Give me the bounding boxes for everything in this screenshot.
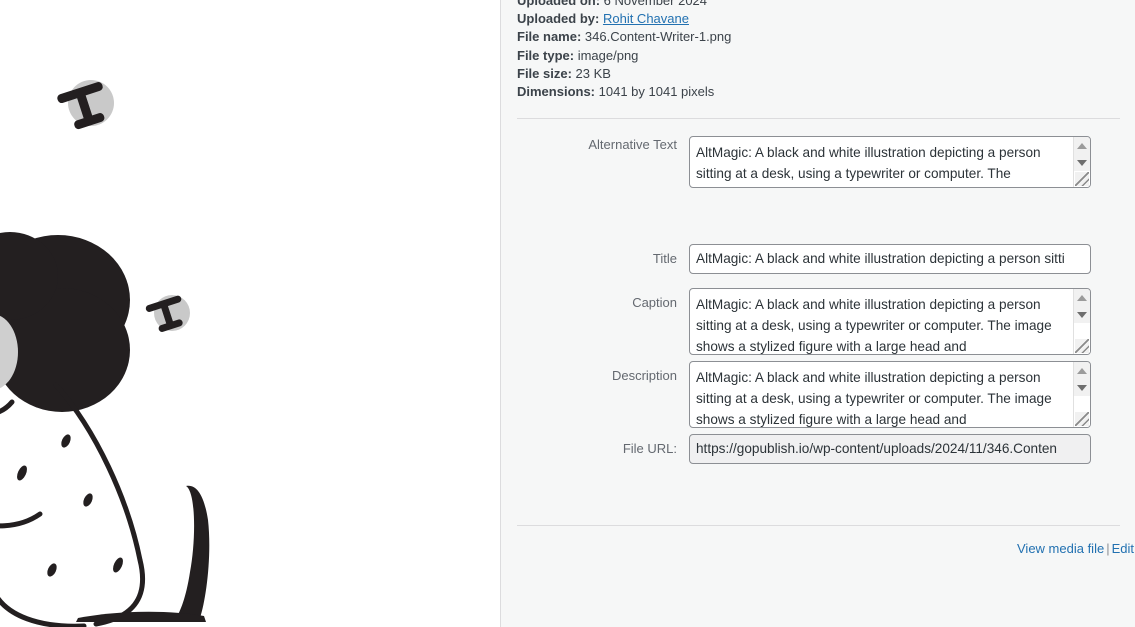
floating-key-glyph-1: [57, 80, 114, 130]
meta-key: File size:: [517, 65, 572, 81]
scroll-up-icon[interactable]: [1074, 289, 1090, 306]
media-preview-illustration: [0, 80, 210, 627]
caption-input[interactable]: AltMagic: A black and white illustration…: [689, 288, 1091, 355]
divider-bottom: [517, 525, 1120, 526]
uploader-link[interactable]: Rohit Chavane: [603, 11, 689, 26]
caption-label: Caption: [632, 295, 677, 310]
scroll-down-icon[interactable]: [1074, 154, 1090, 171]
meta-value: 23 KB: [575, 65, 611, 81]
meta-row-uploaded-by: Uploaded by: Rohit Chavane: [517, 10, 731, 28]
shirt-dots: [17, 434, 123, 577]
meta-key: Uploaded by:: [517, 11, 600, 27]
title-input[interactable]: AltMagic: A black and white illustration…: [689, 244, 1091, 274]
divider-top: [517, 118, 1120, 119]
meta-row-file-name: File name: 346.Content-Writer-1.png: [517, 28, 731, 46]
resize-grip-icon[interactable]: [1075, 339, 1089, 353]
field-row-description: Description AltMagic: A black and white …: [517, 361, 1091, 428]
title-label: Title: [652, 251, 677, 266]
figure-body: [0, 382, 146, 627]
meta-value: image/png: [577, 47, 639, 63]
attachment-details-pane: Uploaded on: 6 November 2024 Uploaded by…: [500, 0, 1135, 627]
scroll-down-icon[interactable]: [1074, 306, 1090, 323]
file-url-label: File URL:: [622, 441, 677, 456]
meta-value: 346.Content-Writer-1.png: [584, 29, 732, 45]
field-row-file-url: File URL: https://gopublish.io/wp-conten…: [517, 434, 1091, 464]
meta-key: File name:: [517, 29, 582, 45]
scroll-down-icon[interactable]: [1074, 379, 1090, 396]
description-value: AltMagic: A black and white illustration…: [696, 370, 1052, 427]
scroll-up-icon[interactable]: [1074, 362, 1090, 379]
media-attachment-details-screen: Uploaded on: 6 November 2024 Uploaded by…: [0, 0, 1135, 627]
field-row-alt-text: Alternative Text AltMagic: A black and w…: [517, 136, 1091, 188]
meta-key: Dimensions:: [517, 84, 596, 100]
alt-text-input[interactable]: AltMagic: A black and white illustration…: [689, 136, 1091, 188]
figure-head: [0, 232, 130, 412]
alt-text-label: Alternative Text: [588, 137, 677, 152]
description-input[interactable]: AltMagic: A black and white illustration…: [689, 361, 1091, 428]
action-separator-1: |: [1106, 541, 1110, 556]
meta-key: File type:: [517, 47, 575, 63]
meta-row-file-type: File type: image/png: [517, 47, 731, 65]
alt-text-value: AltMagic: A black and white illustration…: [696, 145, 1041, 181]
caption-value: AltMagic: A black and white illustration…: [696, 297, 1052, 354]
title-value: AltMagic: A black and white illustration…: [696, 251, 1065, 266]
edit-more-details-link[interactable]: Edit more details: [1112, 541, 1135, 556]
attachment-meta-list: Uploaded on: 6 November 2024 Uploaded by…: [517, 0, 731, 101]
scroll-up-icon[interactable]: [1074, 137, 1090, 154]
meta-value: 1041 by 1041 pixels: [598, 84, 715, 100]
meta-key: Uploaded on:: [517, 0, 601, 8]
view-media-file-link[interactable]: View media file: [1017, 541, 1104, 556]
description-label: Description: [611, 368, 677, 383]
resize-grip-icon[interactable]: [1075, 172, 1089, 186]
resize-grip-icon[interactable]: [1075, 412, 1089, 426]
field-row-title: Title AltMagic: A black and white illust…: [517, 244, 1091, 274]
attachment-actions: View media file|Edit more details|Downlo…: [1017, 541, 1135, 557]
meta-row-dimensions: Dimensions: 1041 by 1041 pixels: [517, 83, 731, 101]
media-preview-pane: [0, 0, 500, 627]
figure-arm: [76, 485, 210, 622]
floating-key-glyph-2: [145, 295, 190, 332]
file-url-value: https://gopublish.io/wp-content/uploads/…: [696, 441, 1057, 456]
meta-row-file-size: File size: 23 KB: [517, 65, 731, 83]
file-url-input[interactable]: https://gopublish.io/wp-content/uploads/…: [689, 434, 1091, 464]
meta-value: 6 November 2024: [603, 0, 708, 8]
field-row-caption: Caption AltMagic: A black and white illu…: [517, 288, 1091, 355]
meta-row-uploaded-on: Uploaded on: 6 November 2024: [517, 0, 731, 10]
